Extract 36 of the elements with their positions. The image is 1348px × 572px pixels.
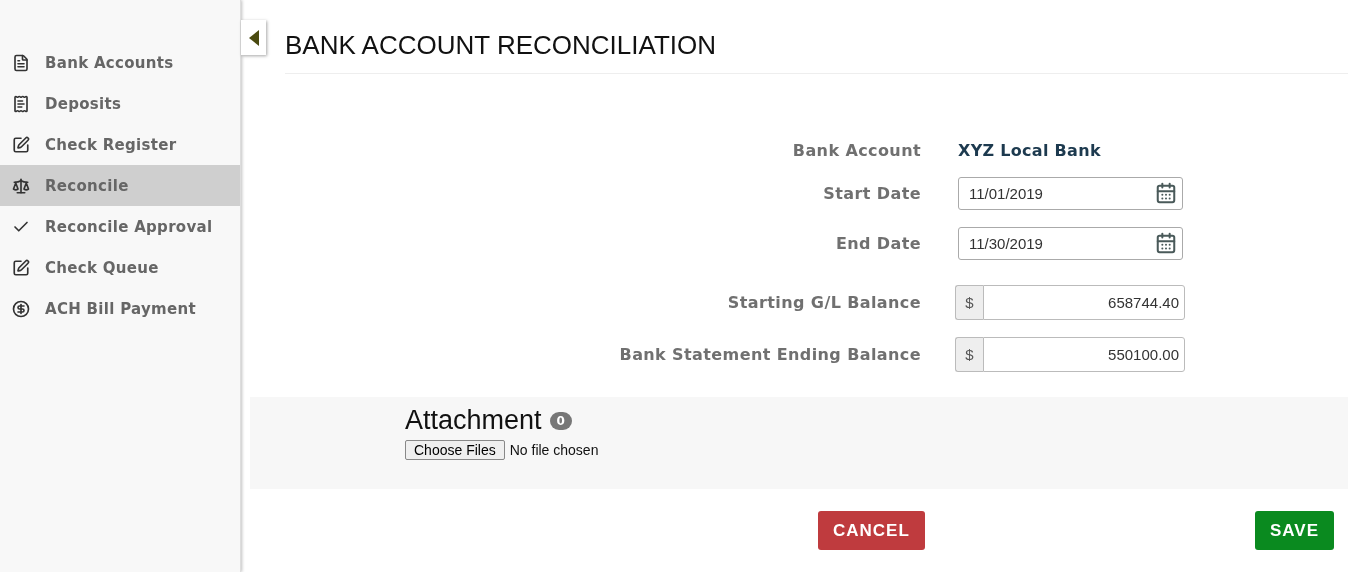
choose-files-button[interactable]: Choose Files — [405, 440, 505, 460]
section-title: Attachment — [405, 405, 542, 436]
field-label: Start Date — [822, 184, 921, 203]
document-icon — [12, 53, 30, 72]
page-title: BANK ACCOUNT RECONCILIATION — [285, 30, 1348, 74]
field-label: Bank Account — [791, 141, 921, 160]
sidebar-item[interactable]: Bank Accounts — [0, 42, 240, 83]
receipt-icon — [12, 94, 30, 113]
sidebar-item[interactable]: Check Register — [0, 124, 240, 165]
amount-field[interactable]: 658744.40 — [983, 285, 1185, 320]
scale-icon — [12, 176, 30, 195]
field-label: Bank Statement Ending Balance — [618, 345, 921, 364]
sidebar-item[interactable]: Reconcile Approval — [0, 206, 240, 247]
calendar-icon[interactable] — [1155, 232, 1177, 254]
file-status: No file chosen — [509, 442, 599, 458]
currency-symbol: $ — [955, 285, 983, 320]
sidebar-item[interactable]: Deposits — [0, 83, 240, 124]
pen-icon — [12, 135, 30, 154]
field-label: Starting G/L Balance — [726, 293, 921, 312]
field-value: XYZ Local Bank — [958, 141, 1101, 160]
save-button[interactable]: SAVE — [1254, 511, 1334, 550]
sidebar-item[interactable]: Check Queue — [0, 247, 240, 288]
date-field[interactable]: 11/30/2019 — [958, 227, 1183, 260]
cancel-button[interactable]: CANCEL — [818, 511, 925, 550]
field-label: End Date — [834, 234, 921, 253]
pen-icon — [12, 258, 30, 277]
dollar-icon — [12, 299, 30, 318]
currency-symbol: $ — [955, 337, 983, 372]
sidebar-item[interactable]: Reconcile — [0, 165, 240, 206]
amount-field[interactable]: 550100.00 — [983, 337, 1185, 372]
triangle-left-icon — [248, 29, 259, 46]
sidebar-item[interactable]: ACH Bill Payment — [0, 288, 240, 329]
collapse-button[interactable] — [241, 20, 266, 55]
count-badge: 0 — [549, 411, 572, 430]
calendar-icon[interactable] — [1155, 182, 1177, 204]
date-field[interactable]: 11/01/2019 — [958, 177, 1183, 210]
